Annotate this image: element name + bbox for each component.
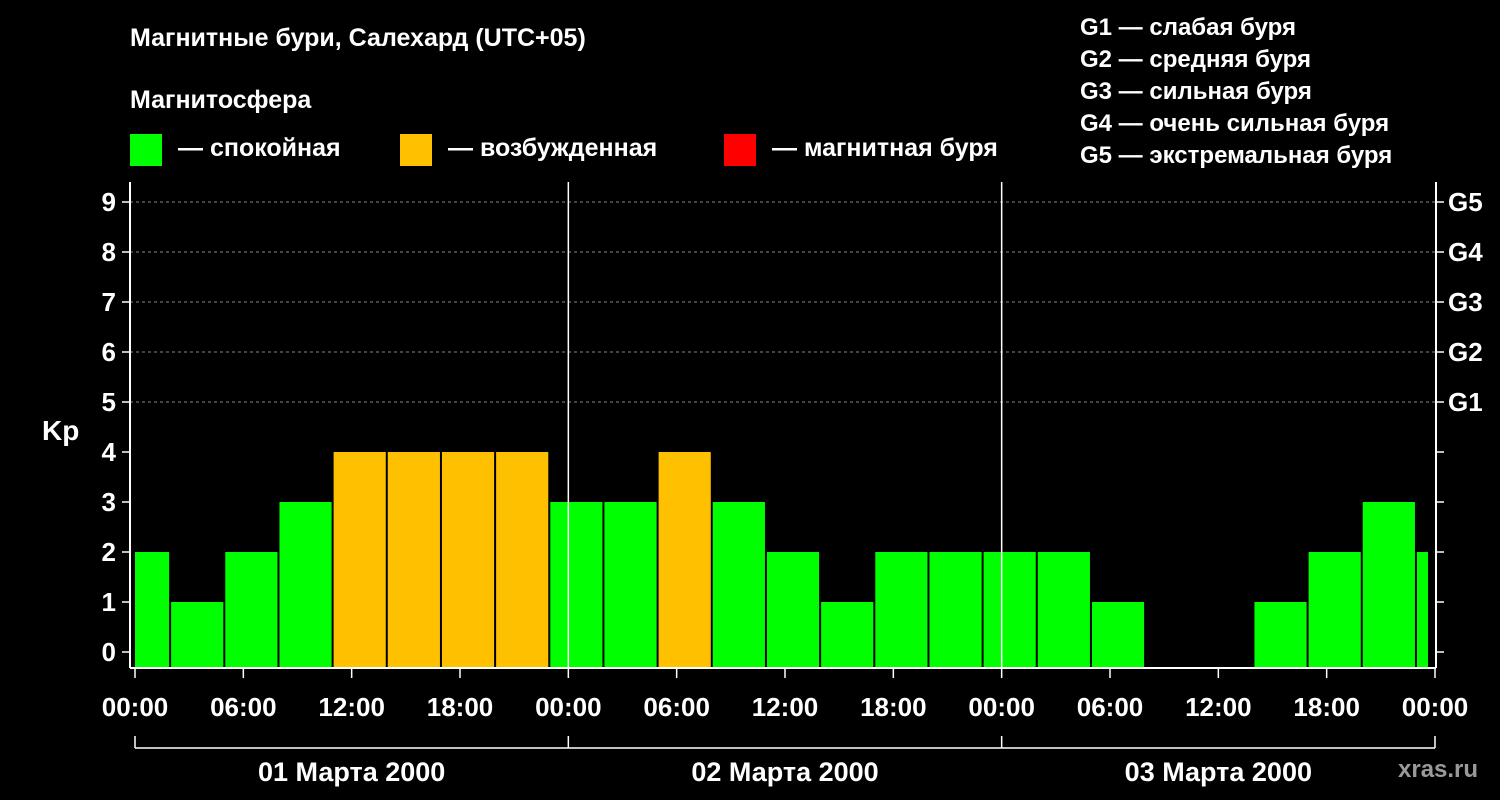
- bar-1: [171, 602, 224, 667]
- x-tick-label-11: 18:00: [1293, 692, 1360, 722]
- g-tick-label-G2: G2: [1448, 337, 1483, 367]
- site-watermark: xras.ru: [1398, 756, 1479, 783]
- bar-3: [279, 502, 332, 667]
- x-tick-label-10: 12:00: [1185, 692, 1252, 722]
- bar-2: [225, 552, 278, 667]
- g-tick-label-G3: G3: [1448, 287, 1483, 317]
- y-tick-label-6: 6: [102, 337, 116, 367]
- y-tick-label-8: 8: [102, 237, 116, 267]
- x-tick-label-5: 06:00: [643, 692, 710, 722]
- y-tick-label-9: 9: [102, 187, 116, 217]
- x-tick-label-6: 12:00: [752, 692, 819, 722]
- bar-13: [821, 602, 874, 667]
- x-tick-label-12: 00:00: [1402, 692, 1469, 722]
- kp-bar-chart: 0 1 2 3 4 5 6 7 8 9 G1 G2 G3 G4 G5 Kp 00:00 06:00 12:00 18:…: [42, 182, 1483, 787]
- bar-4: [333, 452, 386, 667]
- g-tick-label-G5: G5: [1448, 187, 1483, 217]
- y-axis-label: Kp: [42, 415, 79, 446]
- bar-11: [712, 502, 765, 667]
- day-label-0: 01 Марта 2000: [258, 757, 445, 787]
- g-tick-label-G4: G4: [1448, 237, 1483, 267]
- y-tick-label-2: 2: [102, 537, 116, 567]
- bar-23: [1362, 502, 1415, 667]
- bar-17: [1037, 552, 1090, 667]
- bar-0: [135, 552, 170, 667]
- bar-12: [766, 552, 820, 667]
- x-tick-label-9: 06:00: [1077, 692, 1144, 722]
- bar-22: [1308, 552, 1361, 667]
- bar-10: [658, 452, 711, 667]
- y-tick-label-0: 0: [102, 637, 116, 667]
- y-tick-label-4: 4: [102, 437, 117, 467]
- x-tick-label-7: 18:00: [860, 692, 927, 722]
- x-tick-label-4: 00:00: [535, 692, 602, 722]
- day-label-1: 02 Марта 2000: [691, 757, 878, 787]
- y-tick-label-1: 1: [102, 587, 116, 617]
- y-tick-label-7: 7: [102, 287, 116, 317]
- x-tick-label-1: 06:00: [210, 692, 277, 722]
- y-tick-label-3: 3: [102, 487, 116, 517]
- bar-7: [496, 452, 549, 667]
- x-tick-label-8: 00:00: [968, 692, 1035, 722]
- bar-6: [441, 452, 495, 667]
- g-tick-label-G1: G1: [1448, 387, 1483, 417]
- x-tick-label-0: 00:00: [102, 692, 169, 722]
- y-tick-label-5: 5: [102, 387, 116, 417]
- day-label-2: 03 Марта 2000: [1125, 757, 1312, 787]
- x-tick-label-2: 12:00: [318, 692, 385, 722]
- bar-8: [550, 502, 603, 667]
- bar-21: [1254, 602, 1307, 667]
- bar-18: [1091, 602, 1145, 667]
- bar-9: [604, 502, 657, 667]
- bar-5: [387, 452, 440, 667]
- bar-15: [929, 552, 982, 667]
- x-tick-label-3: 18:00: [427, 692, 494, 722]
- bar-14: [875, 552, 928, 667]
- bar-24: [1416, 552, 1428, 667]
- bar-16: [983, 552, 1036, 667]
